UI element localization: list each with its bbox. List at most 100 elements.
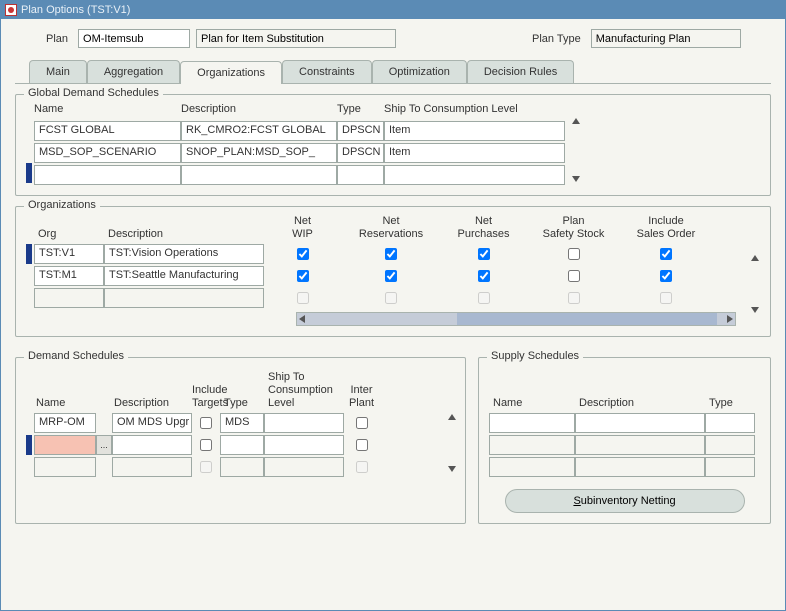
org-row-selector[interactable] (26, 288, 32, 308)
gds-row-selector[interactable] (26, 141, 32, 161)
demand-row-selector[interactable] (26, 435, 32, 455)
org-row-selector[interactable] (26, 266, 32, 286)
chk-inter-plant[interactable] (356, 439, 368, 451)
org-cell-org[interactable]: TST:M1 (34, 266, 104, 286)
gds-desc-cell[interactable]: SNOP_PLAN:MSD_SOP_ (181, 143, 337, 163)
chk-safety[interactable] (568, 270, 580, 282)
chk-netwip[interactable] (297, 248, 309, 260)
tab-optimization[interactable]: Optimization (372, 60, 467, 83)
demand-name-cell[interactable]: MRP-OM (34, 413, 96, 433)
gds-ship-cell[interactable]: Item (384, 143, 565, 163)
supply-col-desc: Description (575, 397, 705, 410)
demand-desc-cell[interactable]: OM MDS Upgr (112, 413, 192, 433)
chk-incso[interactable] (660, 270, 672, 282)
tab-main[interactable]: Main (29, 60, 87, 83)
org-cell-desc[interactable]: TST:Seattle Manufacturing (104, 266, 264, 286)
chk-netres[interactable] (385, 270, 397, 282)
hscroll-thumb[interactable] (457, 313, 717, 325)
chk-netres[interactable] (385, 248, 397, 260)
scroll-left-icon[interactable] (299, 315, 305, 323)
chk-inc-targets[interactable] (200, 439, 212, 451)
tab-organizations[interactable]: Organizations (180, 61, 282, 84)
scroll-up-icon[interactable] (448, 414, 456, 420)
demand-ship-cell[interactable] (264, 413, 344, 433)
scroll-right-icon[interactable] (727, 315, 733, 323)
demand-type-cell[interactable] (220, 457, 264, 477)
demand-type-cell[interactable] (220, 435, 264, 455)
chk-incso[interactable] (660, 248, 672, 260)
demand-ship-cell[interactable] (264, 457, 344, 477)
chk-netpurch (478, 292, 490, 304)
supply-desc-cell[interactable] (575, 435, 705, 455)
gds-type-cell[interactable] (337, 165, 384, 185)
scroll-down-icon[interactable] (751, 307, 759, 313)
chk-inter-plant[interactable] (356, 417, 368, 429)
gds-col-name: Name (34, 103, 181, 117)
supply-desc-cell[interactable] (575, 413, 705, 433)
orgs-vscroll[interactable] (748, 255, 762, 313)
gds-row-selector[interactable] (26, 119, 32, 139)
plan-desc-field[interactable] (196, 29, 396, 48)
gds-name-cell[interactable] (34, 165, 181, 185)
demand-name-cell[interactable] (34, 435, 96, 455)
scroll-down-icon[interactable] (572, 176, 580, 182)
chk-netpurch[interactable] (478, 270, 490, 282)
scroll-up-icon[interactable] (751, 255, 759, 261)
chk-safety[interactable] (568, 248, 580, 260)
gds-type-cell[interactable]: DPSCN (337, 121, 384, 141)
supply-name-cell[interactable] (489, 413, 575, 433)
demand-row-selector[interactable] (26, 413, 32, 433)
orgs-hscroll[interactable] (296, 312, 736, 326)
demand-desc-cell[interactable] (112, 457, 192, 477)
gds-name-cell[interactable]: FCST GLOBAL (34, 121, 181, 141)
gds-vscroll[interactable] (569, 118, 583, 182)
demand-desc-cell[interactable] (112, 435, 192, 455)
demand-ship-cell[interactable] (264, 435, 344, 455)
supply-col-name: Name (489, 397, 575, 410)
demand-type-cell[interactable]: MDS (220, 413, 264, 433)
tab-decision-rules[interactable]: Decision Rules (467, 60, 574, 83)
gds-col-type: Type (337, 103, 384, 117)
lov-button[interactable]: ... (96, 435, 112, 455)
scroll-up-icon[interactable] (572, 118, 580, 124)
global-demand-schedules-fieldset: Global Demand Schedules Name FCST GLOBAL… (15, 94, 771, 196)
demand-name-cell[interactable] (34, 457, 96, 477)
supply-type-cell[interactable] (705, 435, 755, 455)
supply-name-cell[interactable] (489, 435, 575, 455)
org-row-selector[interactable] (26, 244, 32, 264)
plan-name-field[interactable] (78, 29, 190, 48)
gds-type-cell[interactable]: DPSCN (337, 143, 384, 163)
oracle-app-icon (5, 4, 17, 16)
gds-ship-cell[interactable] (384, 165, 565, 185)
supply-name-cell[interactable] (489, 457, 575, 477)
demand-row-selector[interactable] (26, 457, 32, 477)
org-cell-org[interactable]: TST:V1 (34, 244, 104, 264)
tab-constraints[interactable]: Constraints (282, 60, 372, 83)
org-cell-desc[interactable] (104, 288, 264, 308)
plan-type-field[interactable] (591, 29, 741, 48)
supply-desc-cell[interactable] (575, 457, 705, 477)
supply-type-cell[interactable] (705, 457, 755, 477)
org-cell-org[interactable] (34, 288, 104, 308)
demand-col-type: Type (220, 397, 264, 410)
chk-netwip[interactable] (297, 270, 309, 282)
gds-ship-cell[interactable]: Item (384, 121, 565, 141)
subinventory-netting-button[interactable]: SSubinventory Nettingubinventory Netting (505, 489, 745, 513)
demand-col-inc: Include Targets (192, 384, 220, 410)
demand-vscroll[interactable] (445, 414, 459, 472)
gds-name-cell[interactable]: MSD_SOP_SCENARIO (34, 143, 181, 163)
window-title: Plan Options (TST:V1) (21, 4, 130, 16)
chk-netwip (297, 292, 309, 304)
gds-desc-cell[interactable]: RK_CMRO2:FCST GLOBAL (181, 121, 337, 141)
scroll-down-icon[interactable] (448, 466, 456, 472)
tab-aggregation[interactable]: Aggregation (87, 60, 180, 83)
gds-desc-cell[interactable] (181, 165, 337, 185)
chk-inc-targets[interactable] (200, 417, 212, 429)
chk-inter-plant (356, 461, 368, 473)
org-cell-desc[interactable]: TST:Vision Operations (104, 244, 264, 264)
plan-label: Plan (46, 33, 68, 45)
titlebar[interactable]: Plan Options (TST:V1) (1, 1, 785, 19)
supply-type-cell[interactable] (705, 413, 755, 433)
gds-row-selector[interactable] (26, 163, 32, 183)
chk-netpurch[interactable] (478, 248, 490, 260)
